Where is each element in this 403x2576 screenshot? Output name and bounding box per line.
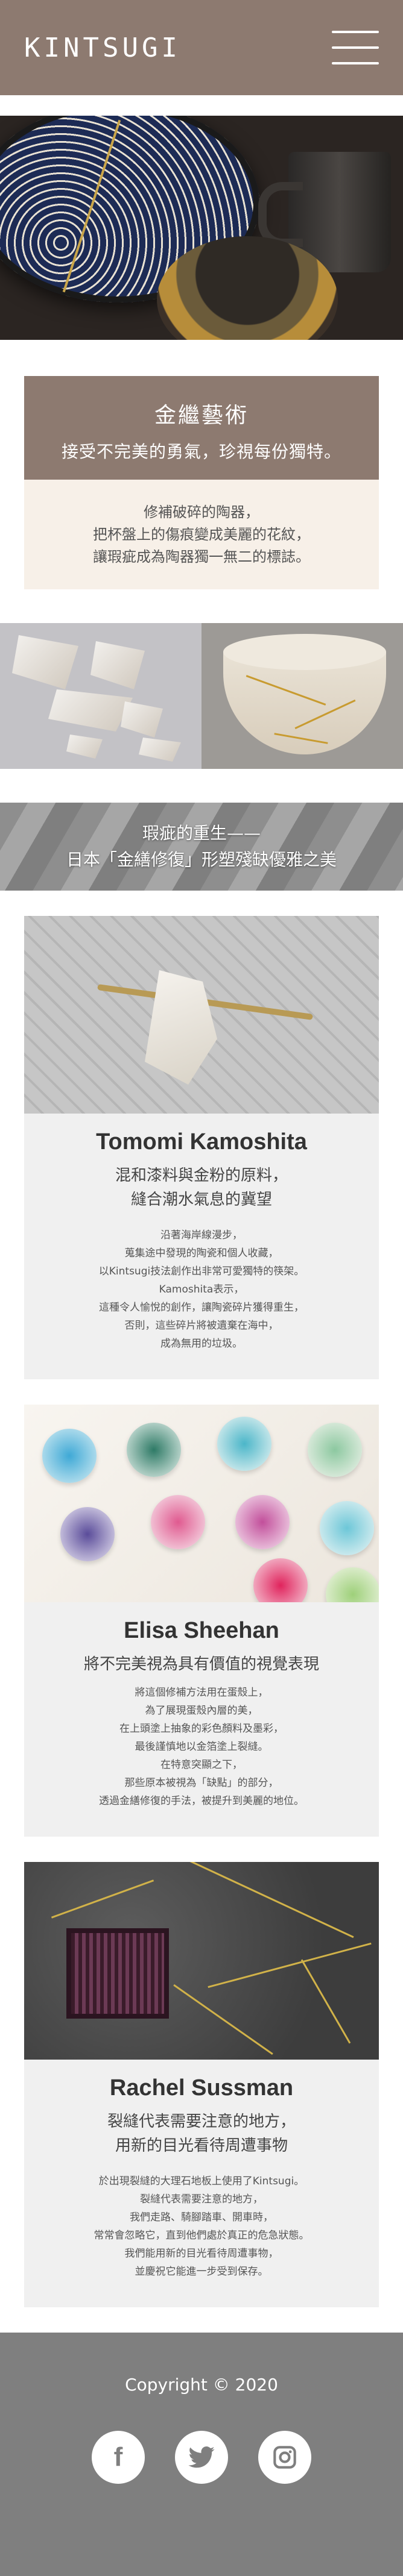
cracked-floor-image <box>24 1862 379 2060</box>
artist-subtitle: 混和漆料與金粉的原料， <box>115 1167 288 1185</box>
description-line: 裂縫代表需要注意的地方， <box>140 2193 263 2205</box>
intro-body: 修補破碎的陶器， 把杯盤上的傷痕變成美麗的花紋， 讓瑕疵成為陶器獨一無二的標誌。 <box>24 480 379 589</box>
description-line: 沿著海岸線漫步， <box>160 1229 243 1241</box>
description-line: 在特意突顯之下， <box>160 1759 243 1771</box>
artist-description: 於出現裂縫的大理石地板上使用了Kintsugi。 裂縫代表需要注意的地方， 我們… <box>39 2172 364 2281</box>
description-line: 於出現裂縫的大理石地板上使用了Kintsugi。 <box>98 2175 305 2187</box>
description-line: 否則，這些碎片將被遺棄在海中， <box>124 1320 279 1332</box>
twitter-icon[interactable] <box>175 2431 228 2484</box>
site-header: KINTSUGI <box>0 0 403 95</box>
fork-rest-image <box>24 916 379 1114</box>
intro-line: 讓瑕疵成為陶器獨一無二的標誌。 <box>93 548 310 565</box>
logo[interactable]: KINTSUGI <box>24 33 181 63</box>
social-links: f <box>0 2431 403 2484</box>
artist-name: Elisa Sheehan <box>124 1618 279 1643</box>
description-line: 為了展現蛋殼內層的美， <box>145 1705 258 1717</box>
hamburger-menu-icon[interactable] <box>332 31 379 64</box>
description-line: 以Kintsugi技法創作出非常可愛獨特的筷架。 <box>98 1265 305 1277</box>
artist-card: Elisa Sheehan 將不完美視為具有價值的視覺表現 將這個修補方法用在蛋… <box>24 1405 379 1837</box>
instagram-icon[interactable] <box>258 2431 311 2484</box>
artist-subtitle: 用新的目光看待周遭事物 <box>115 2137 288 2155</box>
description-line: 最後謹慎地以金箔塗上裂縫。 <box>135 1741 268 1753</box>
description-line: 並慶祝它能進一步受到保存。 <box>135 2266 268 2278</box>
description-line: 在上頭塗上抽象的彩色顏料及墨彩， <box>119 1723 284 1735</box>
artist-subtitle: 縫合潮水氣息的冀望 <box>130 1191 272 1209</box>
description-line: Kamoshita表示， <box>159 1283 244 1296</box>
intro-title-box: 金繼藝術 接受不完美的勇氣，珍視每份獨特。 <box>24 376 379 480</box>
eggshell-image <box>24 1405 379 1602</box>
artist-card: Rachel Sussman 裂縫代表需要注意的地方， 用新的目光看待周遭事物 … <box>24 1862 379 2307</box>
floor-drain <box>66 1928 169 2019</box>
artist-description: 將這個修補方法用在蛋殼上， 為了展現蛋殼內層的美， 在上頭塗上抽象的彩色顏料及墨… <box>39 1684 364 1810</box>
description-line: 我們能用新的目光看待周遭事物， <box>124 2248 279 2260</box>
description-line: 透過金繕修復的手法，被提升到美麗的地位。 <box>99 1795 304 1807</box>
artist-card: Tomomi Kamoshita 混和漆料與金粉的原料， 縫合潮水氣息的冀望 沿… <box>24 916 379 1379</box>
copyright: Copyright © 2020 <box>125 2375 278 2395</box>
intro-subtitle: 接受不完美的勇氣，珍視每份獨特。 <box>61 442 341 462</box>
description-line: 成為無用的垃圾。 <box>160 1338 243 1350</box>
description-line: 蒐集途中發現的陶瓷和個人收藏， <box>124 1247 279 1259</box>
description-line: 常常會忽略它，直到他們處於真正的危急狀態。 <box>94 2230 309 2242</box>
banner-line: 日本「金繕修復」形塑殘缺優雅之美 <box>66 850 337 870</box>
artist-subtitle: 裂縫代表需要注意的地方， <box>107 2113 296 2131</box>
intro-line: 把杯盤上的傷痕變成美麗的花紋， <box>93 526 310 543</box>
description-line: 這種令人愉悅的創作，讓陶瓷碎片獲得重生， <box>99 1302 304 1314</box>
description-line: 我們走路、騎腳踏車、開車時， <box>130 2211 273 2223</box>
menu-bar-line <box>332 46 379 49</box>
artist-subtitle: 將不完美視為具有價值的視覺表現 <box>83 1655 319 1673</box>
banner-line: 瑕疵的重生—— <box>142 823 261 843</box>
broken-shards-image <box>0 623 202 769</box>
site-footer: Copyright © 2020 f <box>0 2333 403 2576</box>
artist-name: Rachel Sussman <box>109 2075 294 2101</box>
menu-bar-line <box>332 31 379 33</box>
intro-title: 金繼藝術 <box>154 403 249 428</box>
artist-description: 沿著海岸線漫步， 蒐集途中發現的陶瓷和個人收藏， 以Kintsugi技法創作出非… <box>39 1226 364 1353</box>
facebook-icon[interactable]: f <box>92 2431 145 2484</box>
menu-bar-line <box>332 62 379 64</box>
broken-and-repaired-images <box>0 623 403 769</box>
repaired-bowl-image <box>202 623 403 769</box>
hero-image <box>0 116 403 340</box>
ceramic-rest <box>145 970 217 1085</box>
rebirth-banner: 瑕疵的重生—— 日本「金繕修復」形塑殘缺優雅之美 <box>0 803 403 891</box>
intro-line: 修補破碎的陶器， <box>144 504 259 521</box>
description-line: 將這個修補方法用在蛋殼上， <box>135 1687 268 1699</box>
description-line: 那些原本被視為「缺點」的部分， <box>124 1777 279 1789</box>
artist-name: Tomomi Kamoshita <box>96 1129 307 1155</box>
